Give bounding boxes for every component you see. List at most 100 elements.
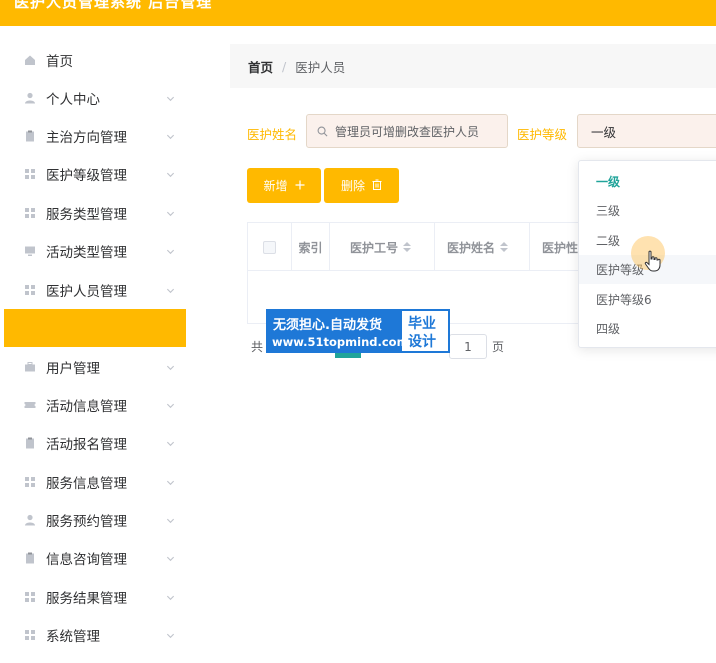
sidebar-item-label: 服务信息管理	[46, 476, 127, 492]
search-icon	[317, 126, 328, 136]
chevron-down-icon	[166, 403, 175, 408]
sidebar-item-activity-info[interactable]: 活动信息管理	[0, 386, 186, 424]
user-icon	[24, 92, 36, 104]
watermark-line2: www.51topmind.com	[272, 335, 409, 349]
column-header-label: 索引	[298, 240, 323, 255]
app-title: 医护人员管理系统 后台管理	[14, 0, 213, 11]
delete-button-label: 删除	[340, 179, 365, 193]
sidebar-item-users[interactable]: 用户管理	[0, 348, 186, 386]
breadcrumb-home[interactable]: 首页	[248, 57, 273, 76]
sidebar-item-service-type[interactable]: 服务类型管理	[0, 194, 186, 232]
sidebar-item-active[interactable]	[4, 309, 186, 347]
monitor-icon	[24, 245, 36, 257]
sidebar-item-label: 服务预约管理	[46, 514, 127, 530]
page-jump-input[interactable]: 1	[449, 334, 487, 359]
level-label: 医护等级	[517, 127, 568, 142]
delete-button[interactable]: 删除	[324, 168, 399, 203]
sidebar-item-label: 信息咨询管理	[46, 552, 127, 568]
chevron-down-icon	[166, 172, 175, 177]
chevron-down-icon	[166, 249, 175, 254]
name-label: 医护姓名	[247, 127, 298, 142]
breadcrumb-separator: /	[282, 58, 287, 74]
column-header-label: 医护工号	[350, 240, 399, 255]
column-header-label: 医护性	[542, 240, 579, 255]
sidebar-item-staff[interactable]: 医护人员管理	[0, 271, 186, 309]
chevron-down-icon	[166, 556, 175, 561]
grid-icon	[24, 476, 36, 488]
chevron-down-icon	[166, 365, 175, 370]
grid-icon	[24, 591, 36, 603]
sidebar-item-label: 医护人员管理	[46, 284, 127, 300]
dropdown-option[interactable]: 一级	[579, 167, 716, 196]
grid-icon	[24, 207, 36, 219]
watermark-left: 无须担心.自动发货 www.51topmind.com	[268, 311, 409, 351]
select-all-cell	[248, 223, 292, 271]
clipboard-icon	[24, 437, 36, 449]
sidebar-item-activity-type[interactable]: 活动类型管理	[0, 232, 186, 270]
sidebar-item-home[interactable]: 首页	[0, 41, 186, 79]
sidebar-item-label: 系统管理	[46, 629, 100, 645]
watermark-right-bottom: 设计	[408, 334, 436, 350]
breadcrumb: 首页 / 医护人员	[230, 44, 716, 88]
grid-icon	[24, 629, 36, 641]
column-header-sortable[interactable]: 医护姓名	[435, 223, 530, 271]
column-header-label: 医护姓名	[447, 240, 496, 255]
dropdown-option[interactable]: 四级	[579, 314, 716, 343]
chevron-down-icon	[166, 96, 175, 101]
chevron-down-icon	[166, 211, 175, 216]
sidebar-item-label: 服务结果管理	[46, 591, 127, 607]
column-header: 索引	[292, 223, 330, 271]
hand-cursor-icon	[644, 250, 661, 272]
sidebar-item-consult[interactable]: 信息咨询管理	[0, 539, 186, 577]
sort-icon[interactable]	[403, 242, 412, 252]
sort-icon[interactable]	[500, 242, 509, 252]
clipboard-icon	[24, 552, 36, 564]
level-select[interactable]: 一级	[577, 114, 716, 148]
trash-icon	[372, 179, 382, 193]
top-bar: 医护人员管理系统 后台管理	[0, 0, 716, 26]
chevron-down-icon	[166, 480, 175, 485]
user-icon	[24, 514, 36, 526]
sidebar-item-label: 主治方向管理	[46, 130, 127, 146]
column-header-sortable[interactable]: 医护工号	[330, 223, 435, 271]
briefcase-icon	[24, 361, 36, 373]
name-search-value: 管理员可增删改查医护人员	[335, 124, 480, 139]
chevron-down-icon	[166, 518, 175, 523]
sidebar-item-service-result[interactable]: 服务结果管理	[0, 578, 186, 616]
watermark-badge: 无须担心.自动发货 www.51topmind.com 毕业 设计	[266, 309, 450, 353]
grid-icon	[24, 284, 36, 296]
chevron-down-icon	[166, 595, 175, 600]
dropdown-option[interactable]: 三级	[579, 196, 716, 225]
pagination-suffix: 页	[492, 340, 505, 354]
chevron-down-icon	[166, 134, 175, 139]
sidebar: 首页 个人中心 主治方向管理 医护等级管理 服务类型管理 活动类型管理 医护人员…	[0, 26, 186, 663]
add-button[interactable]: 新增	[247, 168, 321, 203]
sidebar-item-label: 用户管理	[46, 361, 100, 377]
sidebar-item-label: 活动类型管理	[46, 245, 127, 261]
sidebar-item-level[interactable]: 医护等级管理	[0, 155, 186, 193]
sidebar-item-label: 活动报名管理	[46, 437, 127, 453]
sidebar-item-system[interactable]: 系统管理	[0, 616, 186, 654]
dropdown-option[interactable]: 医护等级6	[579, 285, 716, 314]
chevron-down-icon	[166, 441, 175, 446]
sidebar-item-profile[interactable]: 个人中心	[0, 79, 186, 117]
sidebar-item-activity-signup[interactable]: 活动报名管理	[0, 424, 186, 462]
select-all-checkbox[interactable]	[263, 240, 276, 254]
watermark-line1: 无须担心.自动发货	[273, 318, 382, 333]
watermark-right-top: 毕业	[408, 316, 436, 332]
chevron-down-icon	[166, 633, 175, 638]
ticket-icon	[24, 399, 36, 411]
name-search-input[interactable]: 管理员可增删改查医护人员	[306, 114, 508, 148]
sidebar-item-service-booking[interactable]: 服务预约管理	[0, 501, 186, 539]
add-button-label: 新增	[263, 179, 288, 193]
clipboard-icon	[24, 130, 36, 142]
pagination-prefix: 共	[251, 340, 264, 354]
breadcrumb-current: 医护人员	[295, 59, 346, 75]
sidebar-item-direction[interactable]: 主治方向管理	[0, 117, 186, 155]
sidebar-item-label: 医护等级管理	[46, 168, 127, 184]
level-select-value: 一级	[591, 124, 617, 140]
sidebar-item-label: 首页	[46, 54, 73, 70]
sidebar-item-label: 个人中心	[46, 92, 100, 108]
home-icon	[24, 54, 36, 66]
sidebar-item-service-info[interactable]: 服务信息管理	[0, 463, 186, 501]
